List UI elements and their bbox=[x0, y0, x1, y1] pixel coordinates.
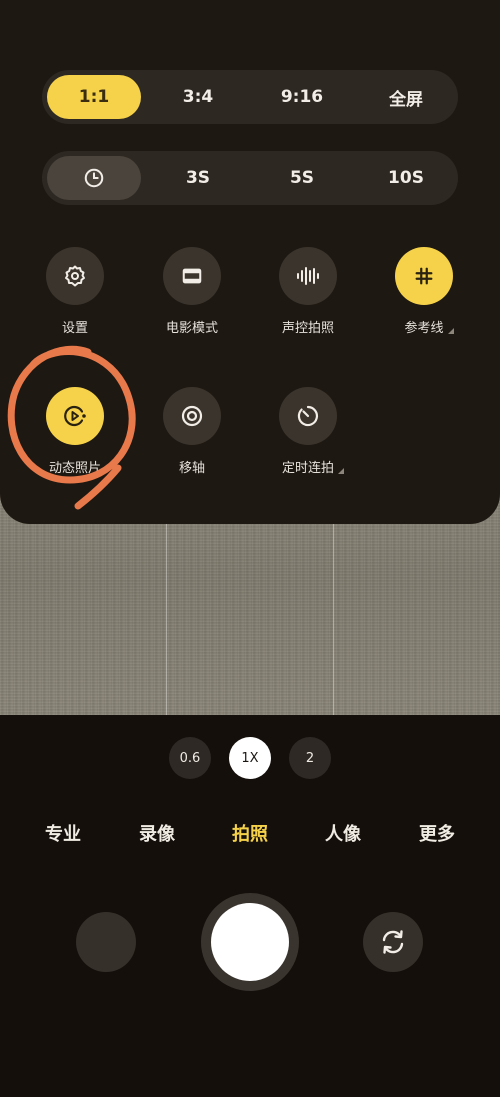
grid-icon bbox=[415, 267, 433, 285]
voice-capture-label: 声控拍照 bbox=[281, 321, 334, 336]
switch-camera-icon bbox=[382, 930, 404, 954]
grid-lines-tile[interactable]: 参考线 bbox=[374, 247, 474, 336]
soundwave-icon bbox=[297, 267, 319, 285]
film-icon bbox=[182, 268, 202, 284]
zoom-2-button[interactable]: 2 bbox=[289, 737, 331, 779]
live-photo-tile[interactable]: 动态照片 bbox=[25, 387, 125, 476]
timer-burst-icon bbox=[297, 405, 318, 427]
timed-burst-tile[interactable]: 定时连拍 bbox=[258, 387, 358, 476]
tilt-shift-icon bbox=[181, 405, 203, 427]
mode-photo[interactable]: 拍照 bbox=[210, 820, 290, 846]
settings-panel: 1:1 3:4 9:16 全屏 3S 5S 10S 设置 电影模式 声控拍照 参… bbox=[0, 0, 500, 524]
tilt-shift-tile[interactable]: 移轴 bbox=[142, 387, 242, 476]
zoom-1x-button[interactable]: 1X bbox=[229, 737, 271, 779]
tilt-shift-label: 移轴 bbox=[178, 461, 205, 476]
aspect-fullscreen-option[interactable]: 全屏 bbox=[359, 75, 453, 119]
grid-lines-label-text: 参考线 bbox=[404, 321, 444, 336]
voice-capture-tile[interactable]: 声控拍照 bbox=[258, 247, 358, 336]
tilt-shift-button[interactable] bbox=[163, 387, 221, 445]
live-photo-label: 动态照片 bbox=[48, 461, 101, 476]
zoom-0-6-button[interactable]: 0.6 bbox=[169, 737, 211, 779]
timer-selector: 3S 5S 10S bbox=[42, 151, 458, 205]
gallery-thumbnail[interactable] bbox=[76, 912, 136, 972]
timer-off-option[interactable] bbox=[47, 156, 141, 200]
movie-mode-label: 电影模式 bbox=[165, 321, 218, 336]
mode-video[interactable]: 录像 bbox=[117, 820, 197, 846]
movie-mode-button[interactable] bbox=[163, 247, 221, 305]
settings-label: 设置 bbox=[61, 321, 88, 336]
timer-3s-option[interactable]: 3S bbox=[151, 156, 245, 200]
expand-corner-icon bbox=[338, 468, 344, 474]
grid-lines-button[interactable] bbox=[395, 247, 453, 305]
switch-camera-button[interactable] bbox=[363, 912, 423, 972]
mode-pro[interactable]: 专业 bbox=[23, 820, 103, 846]
live-photo-icon bbox=[64, 405, 86, 427]
grid-lines-label: 参考线 bbox=[404, 317, 454, 336]
voice-capture-button[interactable] bbox=[279, 247, 337, 305]
mode-portrait[interactable]: 人像 bbox=[303, 820, 383, 846]
camera-screen: 1:1 3:4 9:16 全屏 3S 5S 10S 设置 电影模式 声控拍照 参… bbox=[0, 0, 500, 1097]
aspect-3-4-option[interactable]: 3:4 bbox=[151, 75, 245, 119]
timed-burst-label-text: 定时连拍 bbox=[281, 461, 334, 476]
live-photo-button[interactable] bbox=[46, 387, 104, 445]
settings-tile[interactable]: 设置 bbox=[25, 247, 125, 336]
aspect-ratio-selector: 1:1 3:4 9:16 全屏 bbox=[42, 70, 458, 124]
settings-button[interactable] bbox=[46, 247, 104, 305]
aspect-1-1-option[interactable]: 1:1 bbox=[47, 75, 141, 119]
timer-5s-option[interactable]: 5S bbox=[255, 156, 349, 200]
timed-burst-label: 定时连拍 bbox=[281, 457, 344, 476]
shutter-button[interactable] bbox=[201, 893, 299, 991]
movie-mode-tile[interactable]: 电影模式 bbox=[142, 247, 242, 336]
clock-icon bbox=[84, 168, 104, 188]
gear-icon bbox=[65, 265, 85, 287]
timed-burst-button[interactable] bbox=[279, 387, 337, 445]
shutter-inner[interactable] bbox=[211, 903, 289, 981]
expand-corner-icon bbox=[447, 328, 454, 334]
aspect-9-16-option[interactable]: 9:16 bbox=[255, 75, 349, 119]
mode-more[interactable]: 更多 bbox=[397, 820, 477, 846]
timer-10s-option[interactable]: 10S bbox=[359, 156, 453, 200]
